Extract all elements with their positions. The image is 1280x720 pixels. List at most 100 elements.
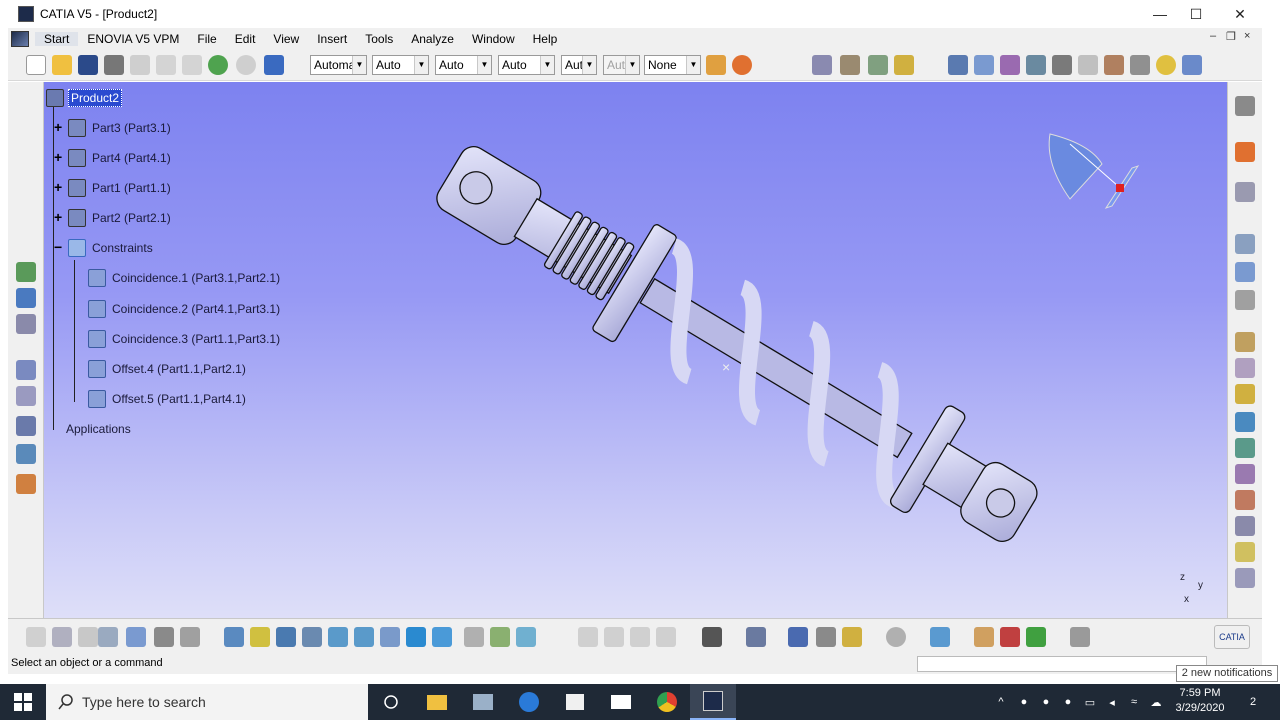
undo-icon[interactable] — [208, 55, 228, 75]
move-icon[interactable] — [1235, 412, 1255, 432]
render-icon[interactable] — [974, 627, 994, 647]
onedrive-icon[interactable]: ☁ — [1146, 684, 1166, 720]
catalog-browser-icon[interactable] — [746, 627, 766, 647]
rotate-icon[interactable] — [302, 627, 322, 647]
print-icon[interactable] — [104, 55, 124, 75]
compass-snap-icon[interactable] — [1070, 627, 1090, 647]
fit-icon[interactable] — [868, 55, 888, 75]
reuse-pattern-icon[interactable] — [1235, 332, 1255, 352]
contact-icon[interactable] — [16, 386, 36, 406]
distance-icon[interactable] — [1130, 55, 1150, 75]
assembly-workbench-icon[interactable] — [1235, 96, 1255, 116]
show-hidden-icons[interactable]: ^ — [992, 684, 1010, 720]
snap-icon[interactable] — [948, 55, 968, 75]
command-input[interactable] — [917, 656, 1207, 672]
fly-mode-icon[interactable] — [224, 627, 244, 647]
fix-icon[interactable] — [16, 474, 36, 494]
edge-browser-icon[interactable] — [506, 684, 552, 720]
design-table-icon[interactable] — [126, 627, 146, 647]
maximize-button[interactable]: ☐ — [1174, 0, 1218, 28]
battery-icon[interactable]: ▭ — [1080, 684, 1100, 720]
copy-icon[interactable] — [156, 55, 176, 75]
catia-taskbar-icon[interactable] — [690, 684, 736, 720]
cut-icon[interactable] — [130, 55, 150, 75]
menu-file[interactable]: File — [188, 32, 225, 46]
menu-window[interactable]: Window — [463, 32, 524, 46]
measure-icon[interactable] — [154, 627, 174, 647]
notification-popup[interactable]: 2 new notifications — [1176, 665, 1278, 682]
snap-move-icon[interactable] — [1235, 438, 1255, 458]
new-icon[interactable] — [26, 55, 46, 75]
clash-icon[interactable] — [1078, 55, 1098, 75]
clash-check-icon[interactable] — [1235, 490, 1255, 510]
catalog-icon[interactable] — [812, 55, 832, 75]
weld-feature-icon[interactable] — [1235, 568, 1255, 588]
doc-close-button[interactable]: × — [1244, 30, 1250, 42]
knowledge-icon[interactable] — [52, 627, 72, 647]
close-button[interactable]: ✕ — [1218, 0, 1262, 28]
shading-icon[interactable] — [464, 627, 484, 647]
line-type-combo[interactable]: Automa ▼ — [310, 55, 367, 75]
bill-of-material-icon[interactable] — [1235, 290, 1255, 310]
collaboration-icon[interactable] — [578, 627, 598, 647]
existing-component-icon[interactable] — [16, 288, 36, 308]
formula-icon[interactable] — [26, 627, 46, 647]
publish-icon[interactable] — [630, 627, 650, 647]
fly-icon[interactable] — [1235, 182, 1255, 202]
replace-icon[interactable] — [16, 314, 36, 334]
product-structure-icon[interactable] — [1235, 234, 1255, 254]
layer-combo[interactable]: None ▼ — [644, 55, 701, 75]
sectioning-icon[interactable] — [1104, 55, 1124, 75]
chrome-icon[interactable] — [644, 684, 690, 720]
component-icon[interactable] — [16, 262, 36, 282]
stop-manipulate-icon[interactable] — [1052, 55, 1072, 75]
app-icon[interactable] — [460, 684, 506, 720]
ruler-icon[interactable] — [788, 627, 808, 647]
linetype-combo[interactable]: Aut ▼ — [561, 55, 597, 75]
mail-icon[interactable] — [598, 684, 644, 720]
multi-view-icon[interactable] — [406, 627, 426, 647]
taskbar-search[interactable]: Type here to search — [46, 684, 368, 720]
explode-icon[interactable] — [974, 55, 994, 75]
reorder-icon[interactable] — [1026, 55, 1046, 75]
zoom-out-icon[interactable] — [354, 627, 374, 647]
iso-view-icon[interactable] — [432, 627, 452, 647]
pan-icon[interactable] — [276, 627, 296, 647]
capture-icon[interactable] — [702, 627, 722, 647]
doc-minimize-button[interactable]: – — [1210, 30, 1216, 42]
spec-icon[interactable] — [894, 55, 914, 75]
menu-enovia[interactable]: ENOVIA V5 VPM — [78, 32, 188, 46]
menu-start[interactable]: Start — [35, 31, 79, 46]
color-combo[interactable]: Auto ▼ — [372, 55, 429, 75]
document-icon[interactable] — [11, 30, 29, 47]
section-icon[interactable] — [930, 627, 950, 647]
angle-icon[interactable] — [16, 444, 36, 464]
store-icon[interactable] — [552, 684, 598, 720]
coincidence-icon[interactable] — [16, 360, 36, 380]
update-icon[interactable] — [1156, 55, 1176, 75]
menu-analyze[interactable]: Analyze — [402, 32, 463, 46]
fit-all-icon[interactable] — [250, 627, 270, 647]
transparency-combo[interactable]: Auto ▼ — [435, 55, 492, 75]
send-to-icon[interactable] — [604, 627, 624, 647]
clash-analysis-icon[interactable] — [1000, 627, 1020, 647]
properties-icon[interactable] — [732, 55, 752, 75]
update-all-icon[interactable] — [886, 627, 906, 647]
swap-visible-space-icon[interactable] — [516, 627, 536, 647]
file-explorer-icon[interactable] — [414, 684, 460, 720]
action-center-icon[interactable]: 2 — [1238, 684, 1268, 720]
fast-multi-instantiation-icon[interactable] — [1235, 358, 1255, 378]
explode-view-icon[interactable] — [1235, 464, 1255, 484]
law-icon[interactable] — [78, 627, 98, 647]
tray-app-icon[interactable]: ● — [1058, 684, 1078, 720]
multi-instantiation-icon[interactable] — [1235, 384, 1255, 404]
windows-start-button[interactable] — [0, 684, 46, 720]
redo-icon[interactable] — [236, 55, 256, 75]
gears-icon[interactable] — [840, 55, 860, 75]
open-icon[interactable] — [52, 55, 72, 75]
scenes-icon[interactable] — [816, 627, 836, 647]
generate-numbering-icon[interactable] — [1235, 262, 1255, 282]
menu-edit[interactable]: Edit — [226, 32, 265, 46]
volume-icon[interactable]: ◂ — [1102, 684, 1122, 720]
normal-view-icon[interactable] — [380, 627, 400, 647]
